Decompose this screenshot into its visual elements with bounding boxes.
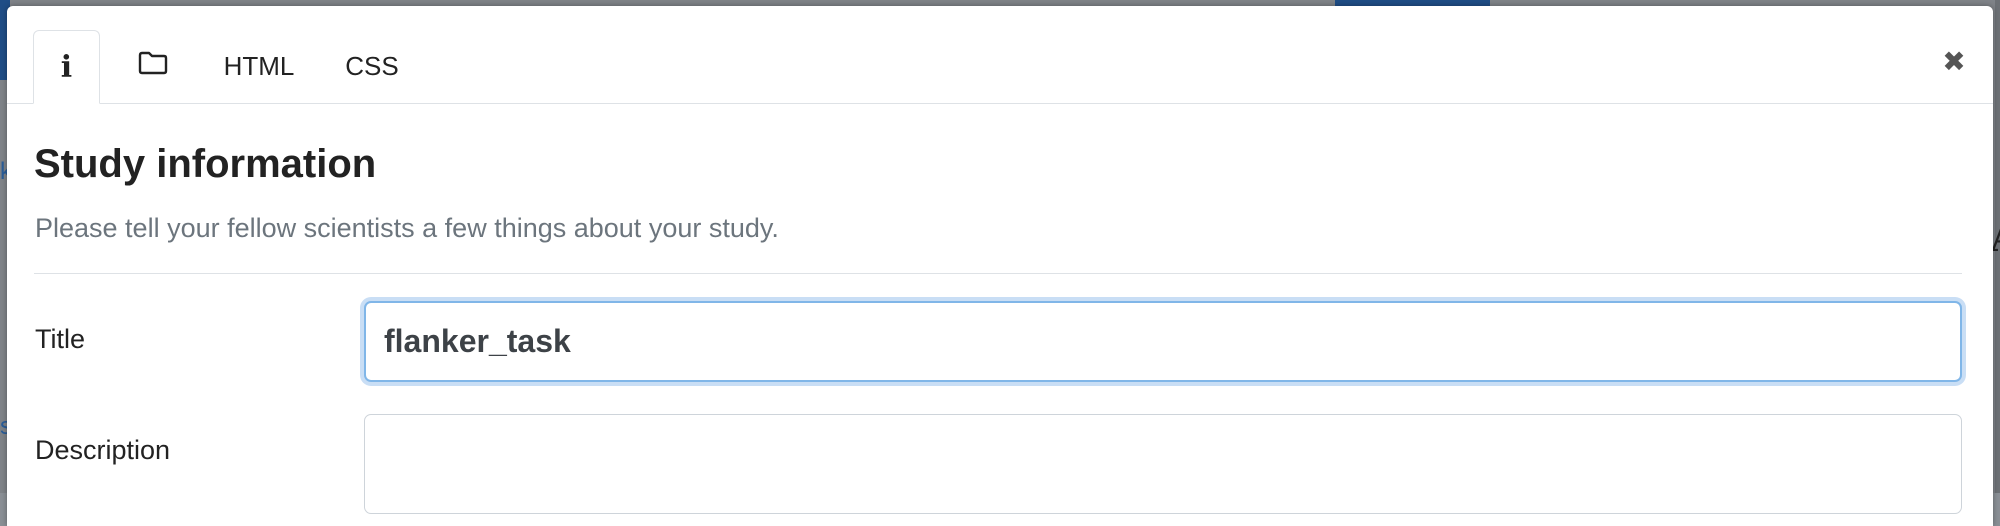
tab-css-label: CSS [345,51,399,81]
section-heading: Study information [34,142,377,186]
title-label: Title [35,324,86,354]
modal-tab-bar: i HTML CSS [7,6,1993,104]
description-label: Description [35,435,171,465]
tab-html[interactable]: HTML [203,30,315,103]
tab-info[interactable]: i [33,30,100,104]
tab-files[interactable] [119,30,187,103]
tab-html-label: HTML [223,51,295,81]
divider [34,273,1962,274]
description-textarea[interactable] [364,414,1962,514]
section-subtext: Please tell your fellow scientists a few… [35,213,779,243]
info-icon: i [60,49,73,85]
folder-icon [138,51,168,82]
study-settings-modal: i HTML CSS ✖ Study information Please te… [7,6,1993,526]
close-icon[interactable]: ✖ [1939,46,1969,77]
tab-css[interactable]: CSS [327,30,417,103]
title-input[interactable] [364,301,1962,382]
